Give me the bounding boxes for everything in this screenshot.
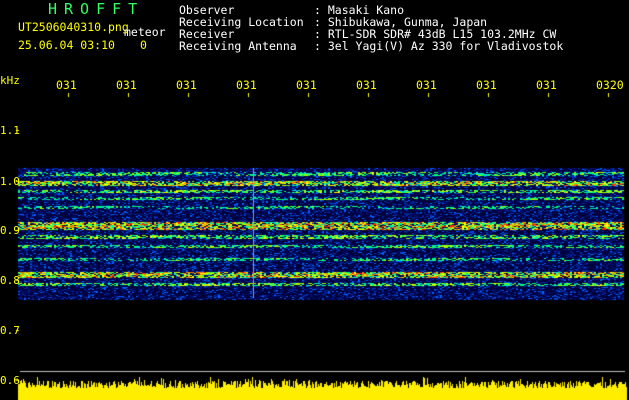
- app-title: HROFFT: [48, 0, 145, 18]
- freq-tick: 1.1: [0, 124, 20, 137]
- time-tick: 031: [356, 78, 377, 92]
- detection-count: 0: [140, 38, 147, 52]
- spectrogram-canvas: [0, 0, 629, 400]
- time-tick: 031: [236, 78, 257, 92]
- file-tag: meteor: [124, 25, 166, 39]
- time-tick: 031: [416, 78, 437, 92]
- time-tick: 031: [536, 78, 557, 92]
- time-tick: 031: [296, 78, 317, 92]
- freq-tick: 0.8: [0, 274, 20, 287]
- axis-unit-label: kHz: [0, 74, 20, 87]
- file-name: UT2506040310.png: [18, 20, 129, 34]
- info-value-antenna: : 3el Yagi(V) Az 330 for Vladivostok: [314, 39, 564, 53]
- time-tick: 031: [176, 78, 197, 92]
- freq-tick: 0.6: [0, 374, 20, 387]
- freq-tick: 0.9: [0, 224, 20, 237]
- info-label-antenna: Receiving Antenna: [179, 39, 297, 53]
- freq-tick: 0.7: [0, 324, 20, 337]
- time-tick: 031: [56, 78, 77, 92]
- freq-tick: 1.0: [0, 175, 20, 188]
- time-tick: 031: [476, 78, 497, 92]
- timestamp: 25.06.04 03:10: [18, 38, 115, 52]
- time-tick: 0320: [596, 78, 624, 92]
- time-tick: 031: [116, 78, 137, 92]
- hrofft-window: HROFFT UT2506040310.png meteor 25.06.04 …: [0, 0, 629, 400]
